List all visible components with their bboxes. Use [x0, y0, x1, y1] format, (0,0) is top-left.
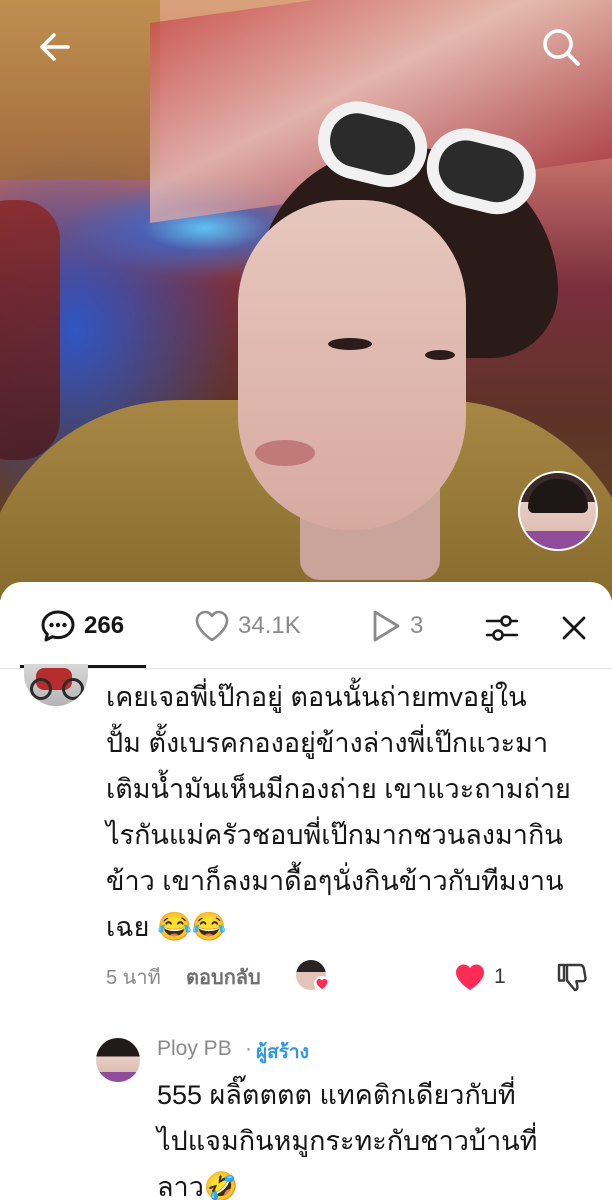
back-button[interactable] [30, 22, 80, 72]
reply-separator: · [245, 1037, 252, 1060]
reply-emoji: 🤣 [203, 1171, 239, 1200]
filter-button[interactable] [482, 608, 522, 648]
tab-likes[interactable]: 34.1K [194, 606, 301, 646]
search-icon [543, 29, 580, 66]
comments-count: 266 [84, 612, 125, 639]
heart-filled-icon [456, 964, 484, 990]
comment-bubble-icon [41, 610, 75, 642]
likes-count: 34.1K [238, 612, 301, 639]
search-button[interactable] [536, 22, 586, 72]
comment-dislike-button[interactable] [554, 960, 590, 994]
reply-author-avatar[interactable] [96, 1038, 140, 1082]
comments-tab-bar: 266 34.1K 3 [0, 582, 612, 669]
back-arrow-icon [40, 33, 70, 61]
video-subject-lips [255, 440, 315, 466]
video-subject-face [238, 200, 466, 530]
reply-button[interactable]: ตอบกลับ [186, 961, 261, 993]
views-count: 3 [410, 612, 424, 639]
creator-badge: ผู้สร้าง [256, 1042, 309, 1063]
reply-author-name[interactable]: Ploy PB [157, 1037, 232, 1061]
video-player[interactable] [0, 0, 612, 600]
creator-liked-heart-icon [314, 976, 330, 992]
tab-comments[interactable]: 266 [40, 606, 124, 646]
reply-text: 555 ผลิ๊ตตตต แทคติกเดียวกับที่ ไปแจมกินห… [157, 1072, 587, 1200]
thumbs-down-icon [557, 963, 587, 992]
comment-time: 5 นาที [106, 967, 161, 989]
tab-views[interactable]: 3 [370, 606, 430, 646]
heart-outline-icon [195, 610, 229, 642]
close-button[interactable] [554, 608, 594, 648]
close-icon [562, 616, 586, 640]
comment-like-button[interactable]: 1 [454, 960, 506, 994]
video-background-person [0, 200, 60, 460]
video-background-wall [0, 0, 160, 180]
comment-like-count: 1 [494, 965, 506, 988]
comment-body: เคยเจอพี่เป๊กอยู่ ตอนนั้นถ่ายmvอยู่ใน ปั… [106, 682, 571, 942]
play-icon [373, 610, 400, 642]
video-subject-eye [425, 350, 455, 360]
commenter-avatar[interactable] [24, 664, 88, 706]
video-subject-eye [328, 338, 372, 350]
sliders-icon [485, 615, 519, 641]
comments-sheet: 266 34.1K 3 เคยเจอพี่เป๊กอยู่ ตอนนั้นถ่า… [0, 582, 612, 1200]
comment-text: เคยเจอพี่เป๊กอยู่ ตอนนั้นถ่ายmvอยู่ใน ปั… [106, 674, 588, 950]
creator-avatar[interactable] [518, 471, 598, 551]
comment-emoji: 😂😂 [156, 911, 227, 942]
